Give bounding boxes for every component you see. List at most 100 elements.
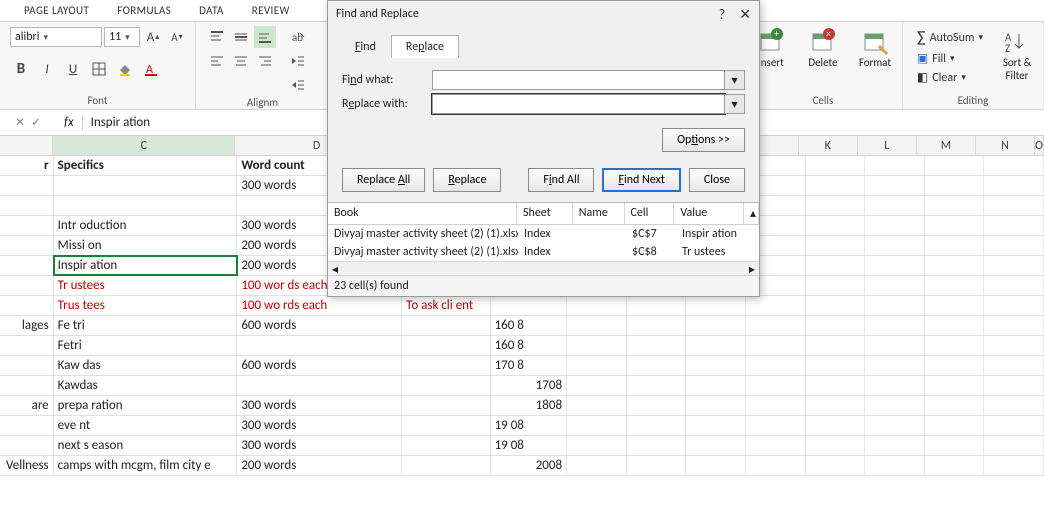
colhdr-blank[interactable] xyxy=(0,136,53,155)
font-family-select[interactable]: alibri xyxy=(10,27,102,47)
cell[interactable] xyxy=(746,316,806,335)
cell[interactable] xyxy=(686,376,746,395)
cell[interactable] xyxy=(567,456,627,475)
cell[interactable] xyxy=(54,176,238,195)
cell[interactable]: 300 words xyxy=(237,396,402,415)
cell[interactable] xyxy=(925,236,985,255)
cell[interactable] xyxy=(865,156,925,175)
cell[interactable] xyxy=(686,296,746,315)
cell[interactable] xyxy=(746,336,806,355)
find-what-dropdown[interactable]: ▾ xyxy=(725,70,745,90)
cell[interactable]: 100 wo rds each xyxy=(237,296,402,315)
cell[interactable] xyxy=(925,416,985,435)
cell[interactable] xyxy=(0,276,54,295)
cell[interactable] xyxy=(746,356,806,375)
cell[interactable] xyxy=(984,416,1044,435)
cell[interactable] xyxy=(865,296,925,315)
cell[interactable] xyxy=(402,436,490,455)
scroll-left-icon[interactable]: ◂ xyxy=(328,262,342,276)
cell[interactable] xyxy=(806,156,866,175)
cell[interactable] xyxy=(984,296,1044,315)
colhdr-o[interactable]: O xyxy=(1035,136,1044,155)
cell[interactable]: Specifics xyxy=(54,156,238,175)
options-button[interactable]: Options >> xyxy=(662,128,745,152)
cell[interactable] xyxy=(567,416,627,435)
cell[interactable] xyxy=(746,436,806,455)
cell[interactable] xyxy=(0,236,54,255)
tab-review[interactable]: REVIEW xyxy=(238,4,304,17)
cell[interactable] xyxy=(806,176,866,195)
font-size-select[interactable]: 11 xyxy=(104,27,140,47)
cell[interactable] xyxy=(865,176,925,195)
cell[interactable]: 160 8 xyxy=(491,316,567,335)
cell[interactable] xyxy=(865,456,925,475)
cell[interactable]: 19 08 xyxy=(491,436,567,455)
cell[interactable] xyxy=(925,256,985,275)
tab-page-layout[interactable]: PAGE LAYOUT xyxy=(10,4,103,17)
cell[interactable] xyxy=(0,436,54,455)
cell[interactable] xyxy=(984,256,1044,275)
tab-find[interactable]: Find xyxy=(340,35,391,58)
cell[interactable] xyxy=(627,356,687,375)
cell[interactable] xyxy=(567,336,627,355)
colhdr-m[interactable]: M xyxy=(917,136,976,155)
fill-button[interactable]: ▣Fill▾ xyxy=(917,51,983,66)
cell[interactable] xyxy=(686,456,746,475)
cell[interactable] xyxy=(806,276,866,295)
cell[interactable] xyxy=(746,396,806,415)
cell[interactable] xyxy=(865,216,925,235)
cell[interactable] xyxy=(865,236,925,255)
cell[interactable]: next s eason xyxy=(54,436,238,455)
cell[interactable] xyxy=(984,356,1044,375)
cell[interactable]: 19 08 xyxy=(491,416,567,435)
cell[interactable] xyxy=(984,216,1044,235)
cell[interactable] xyxy=(984,376,1044,395)
underline-button[interactable]: U xyxy=(62,58,84,80)
cell[interactable] xyxy=(402,316,490,335)
cell[interactable] xyxy=(627,336,687,355)
cell[interactable] xyxy=(627,456,687,475)
cell[interactable] xyxy=(865,256,925,275)
cell[interactable] xyxy=(865,316,925,335)
cell[interactable] xyxy=(865,336,925,355)
autosum-button[interactable]: ∑AutoSum▾ xyxy=(917,28,983,47)
replace-all-button[interactable]: Replace All xyxy=(342,168,425,192)
cell[interactable] xyxy=(0,356,54,375)
cell[interactable] xyxy=(925,376,985,395)
cell[interactable]: Missi on xyxy=(54,236,238,255)
cell[interactable] xyxy=(0,416,54,435)
cell[interactable]: prepa ration xyxy=(54,396,238,415)
cell[interactable]: 1708 xyxy=(491,376,567,395)
align-bottom-button[interactable] xyxy=(254,26,276,48)
cell[interactable] xyxy=(984,176,1044,195)
cell[interactable] xyxy=(806,216,866,235)
cell[interactable] xyxy=(865,196,925,215)
cell[interactable] xyxy=(567,356,627,375)
help-icon[interactable]: ? xyxy=(719,6,726,23)
cell[interactable] xyxy=(865,416,925,435)
cell[interactable]: 1808 xyxy=(491,396,567,415)
cell[interactable] xyxy=(0,336,54,355)
cell[interactable] xyxy=(746,296,806,315)
cell[interactable] xyxy=(746,376,806,395)
border-button[interactable] xyxy=(88,58,110,80)
cell[interactable] xyxy=(402,456,490,475)
cell[interactable] xyxy=(0,296,54,315)
cell[interactable] xyxy=(627,436,687,455)
cell[interactable] xyxy=(806,236,866,255)
cell[interactable]: 200 words xyxy=(237,456,402,475)
cell[interactable]: Trus tees xyxy=(54,296,238,315)
italic-button[interactable]: I xyxy=(36,58,58,80)
cell[interactable]: Kaw das xyxy=(54,356,238,375)
increase-indent-button[interactable] xyxy=(286,74,310,96)
clear-button[interactable]: ◧Clear▾ xyxy=(917,70,983,85)
cell[interactable]: 300 words xyxy=(237,416,402,435)
cell[interactable] xyxy=(0,196,54,215)
cell[interactable] xyxy=(925,396,985,415)
cell[interactable] xyxy=(865,356,925,375)
result-row[interactable]: Divyaj master activity sheet (2) (1).xls… xyxy=(328,243,759,261)
cell[interactable] xyxy=(0,216,54,235)
cell[interactable] xyxy=(567,296,627,315)
decrease-indent-button[interactable] xyxy=(286,50,310,72)
cell[interactable] xyxy=(865,436,925,455)
